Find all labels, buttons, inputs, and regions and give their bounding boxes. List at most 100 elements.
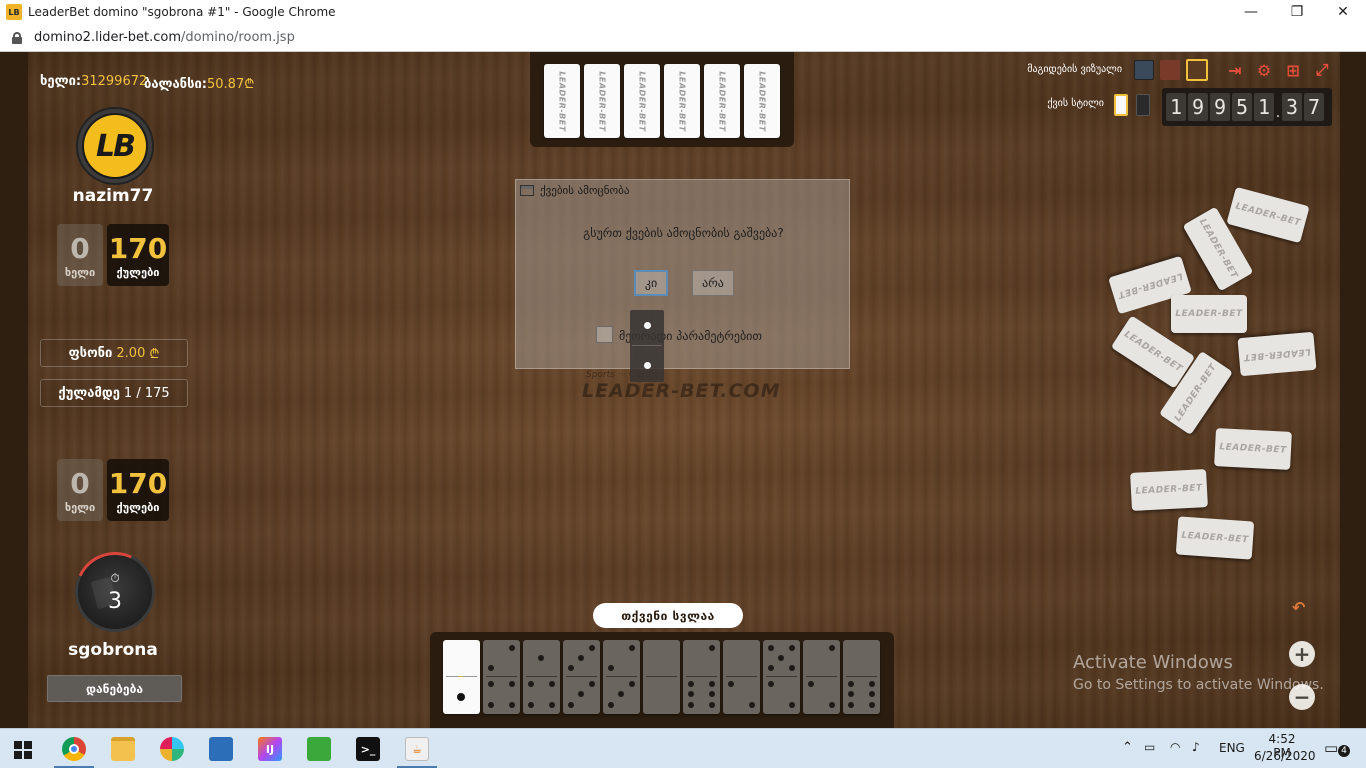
- turn-timer-value: 3: [108, 589, 122, 614]
- target-points-value: 1 / 175: [123, 385, 170, 401]
- opponent-hand-tray: LEADER-BET LEADER-BET LEADER-BET LEADER-…: [530, 52, 794, 147]
- player-name: sgobrona: [68, 640, 158, 660]
- settings-icon[interactable]: ⚙: [1253, 59, 1275, 81]
- counter-separator: .: [1275, 105, 1281, 121]
- opponent-hands-label: ხელი: [64, 265, 96, 279]
- table-style-label: მაგიდების ვიზუალი: [1027, 64, 1122, 75]
- hand-tile[interactable]: [763, 640, 800, 714]
- dialog-titlebar: ქვების ამოცნობა: [520, 184, 629, 197]
- table-border-left: [0, 52, 28, 728]
- balance-info: ბალანსი:50.87₾: [144, 77, 255, 92]
- player-points-box: 170 ქულები: [107, 459, 169, 521]
- counter-digit: 9: [1188, 93, 1208, 121]
- lari-icon: ₾: [149, 347, 160, 362]
- notification-icon[interactable]: ▭: [1324, 739, 1338, 757]
- tile-recognition-dialog: ქვების ამოცნობა გსურთ ქვების ამოცნობის გ…: [515, 179, 850, 369]
- fullscreen-icon[interactable]: ⤢: [1311, 59, 1333, 81]
- counter-digit: 1: [1254, 93, 1274, 121]
- spreadsheet-icon[interactable]: [307, 737, 331, 761]
- hand-tile[interactable]: [443, 640, 480, 714]
- hand-tile[interactable]: [483, 640, 520, 714]
- game-area: ხელი:31299672 ბალანსი:50.87₾ LB nazim77 …: [0, 52, 1366, 728]
- hand-tile[interactable]: [603, 640, 640, 714]
- hand-tile[interactable]: [683, 640, 720, 714]
- hand-tile[interactable]: [803, 640, 840, 714]
- exit-icon[interactable]: ⇥: [1224, 59, 1246, 81]
- chrome-taskbar-icon[interactable]: [62, 737, 86, 761]
- opponent-tile: LEADER-BET: [704, 64, 740, 138]
- restore-icon[interactable]: ❐: [1274, 0, 1320, 24]
- opponent-avatar: LB: [78, 109, 152, 183]
- opponent-tile: LEADER-BET: [744, 64, 780, 138]
- player-hands-box: 0 ხელი: [57, 459, 103, 521]
- yes-button[interactable]: კი: [634, 270, 668, 296]
- url-text[interactable]: domino2.lider-bet.com/domino/room.jsp: [34, 30, 295, 45]
- tile-style-black[interactable]: [1136, 94, 1150, 116]
- app-grid-icon[interactable]: [209, 737, 233, 761]
- counter-digit: 7: [1304, 93, 1324, 121]
- boneyard-tile[interactable]: LEADER-BET: [1237, 331, 1317, 377]
- player-points-label: ქულები: [116, 500, 160, 514]
- opponent-points-value: 170: [108, 231, 168, 265]
- boneyard-tile[interactable]: LEADER-BET: [1175, 516, 1255, 560]
- hand-tile[interactable]: [563, 640, 600, 714]
- hand-tile[interactable]: [643, 640, 680, 714]
- tray-chevron-icon[interactable]: ⌃: [1122, 740, 1133, 755]
- hand-number: 31299672: [81, 74, 148, 89]
- surrender-button[interactable]: დანებება: [47, 675, 182, 702]
- activate-windows-subtitle: Go to Settings to activate Windows.: [1073, 677, 1324, 693]
- undo-icon[interactable]: ↶: [1292, 598, 1305, 617]
- boneyard-tile[interactable]: LEADER-BET: [1130, 469, 1208, 511]
- address-bar[interactable]: domino2.lider-bet.com/domino/room.jsp: [0, 24, 1366, 52]
- hand-tile[interactable]: [723, 640, 760, 714]
- tile-style-white[interactable]: [1114, 94, 1128, 116]
- opponent-tile: LEADER-BET: [624, 64, 660, 138]
- table-border-right: [1340, 52, 1366, 728]
- opponent-hands-box: 0 ხელი: [57, 224, 103, 286]
- player-avatar: ⏱ 3: [63, 540, 167, 644]
- lock-icon[interactable]: [12, 31, 22, 44]
- hand-tile[interactable]: [523, 640, 560, 714]
- stopwatch-icon: ⏱: [110, 571, 120, 585]
- minimize-icon[interactable]: —: [1228, 0, 1274, 24]
- played-tile: [630, 310, 664, 382]
- watermark-logo: LEADER-BET.COM: [582, 380, 781, 402]
- wifi-icon[interactable]: ◠: [1170, 740, 1180, 754]
- counter-digit: 5: [1232, 93, 1252, 121]
- dialog-question: გსურთ ქვების ამოცნობის გაშვება?: [583, 226, 784, 240]
- volume-icon[interactable]: ♪: [1192, 740, 1200, 754]
- jackpot-counter: 1 9 9 5 1 . 3 7: [1162, 88, 1332, 126]
- stake-pill: ფსონი 2.00 ₾: [40, 339, 188, 367]
- balance-value: 50.87: [207, 77, 245, 92]
- dialog-title: ქვების ამოცნობა: [540, 184, 630, 197]
- windows-start-icon[interactable]: [14, 741, 32, 759]
- player-hands-label: ხელი: [64, 500, 96, 514]
- table-swatch-wood[interactable]: [1186, 59, 1208, 81]
- player-hands-value: 0: [70, 466, 90, 500]
- file-explorer-icon[interactable]: [111, 737, 135, 761]
- player-hand-tray: [430, 632, 894, 728]
- boneyard-tile[interactable]: LEADER-BET: [1214, 428, 1292, 470]
- slack-icon[interactable]: [160, 737, 184, 761]
- zoom-in-icon[interactable]: +: [1289, 641, 1315, 667]
- boneyard-tile[interactable]: LEADER-BET: [1171, 295, 1247, 333]
- opponent-points-label: ქულები: [116, 265, 160, 279]
- language-indicator[interactable]: ENG: [1219, 741, 1245, 755]
- java-icon[interactable]: ☕: [405, 737, 429, 761]
- grid-icon[interactable]: ⊞: [1282, 59, 1304, 81]
- terminal-icon[interactable]: >_: [356, 737, 380, 761]
- opponent-tile: LEADER-BET: [584, 64, 620, 138]
- secondary-params-checkbox[interactable]: [596, 326, 613, 343]
- window-title: LeaderBet domino "sgobrona #1" - Google …: [28, 5, 336, 19]
- table-swatch-blue[interactable]: [1134, 60, 1154, 80]
- close-icon[interactable]: ✕: [1320, 0, 1366, 24]
- opponent-tile: LEADER-BET: [664, 64, 700, 138]
- battery-icon[interactable]: ▭: [1144, 740, 1155, 754]
- hand-tile[interactable]: [843, 640, 880, 714]
- counter-digit: 9: [1210, 93, 1230, 121]
- no-button[interactable]: არა: [692, 270, 734, 296]
- opponent-hands-value: 0: [70, 231, 90, 265]
- intellij-icon[interactable]: IJ: [258, 737, 282, 761]
- table-swatch-red[interactable]: [1160, 60, 1180, 80]
- clock-date[interactable]: 6/26/2020: [1254, 749, 1316, 763]
